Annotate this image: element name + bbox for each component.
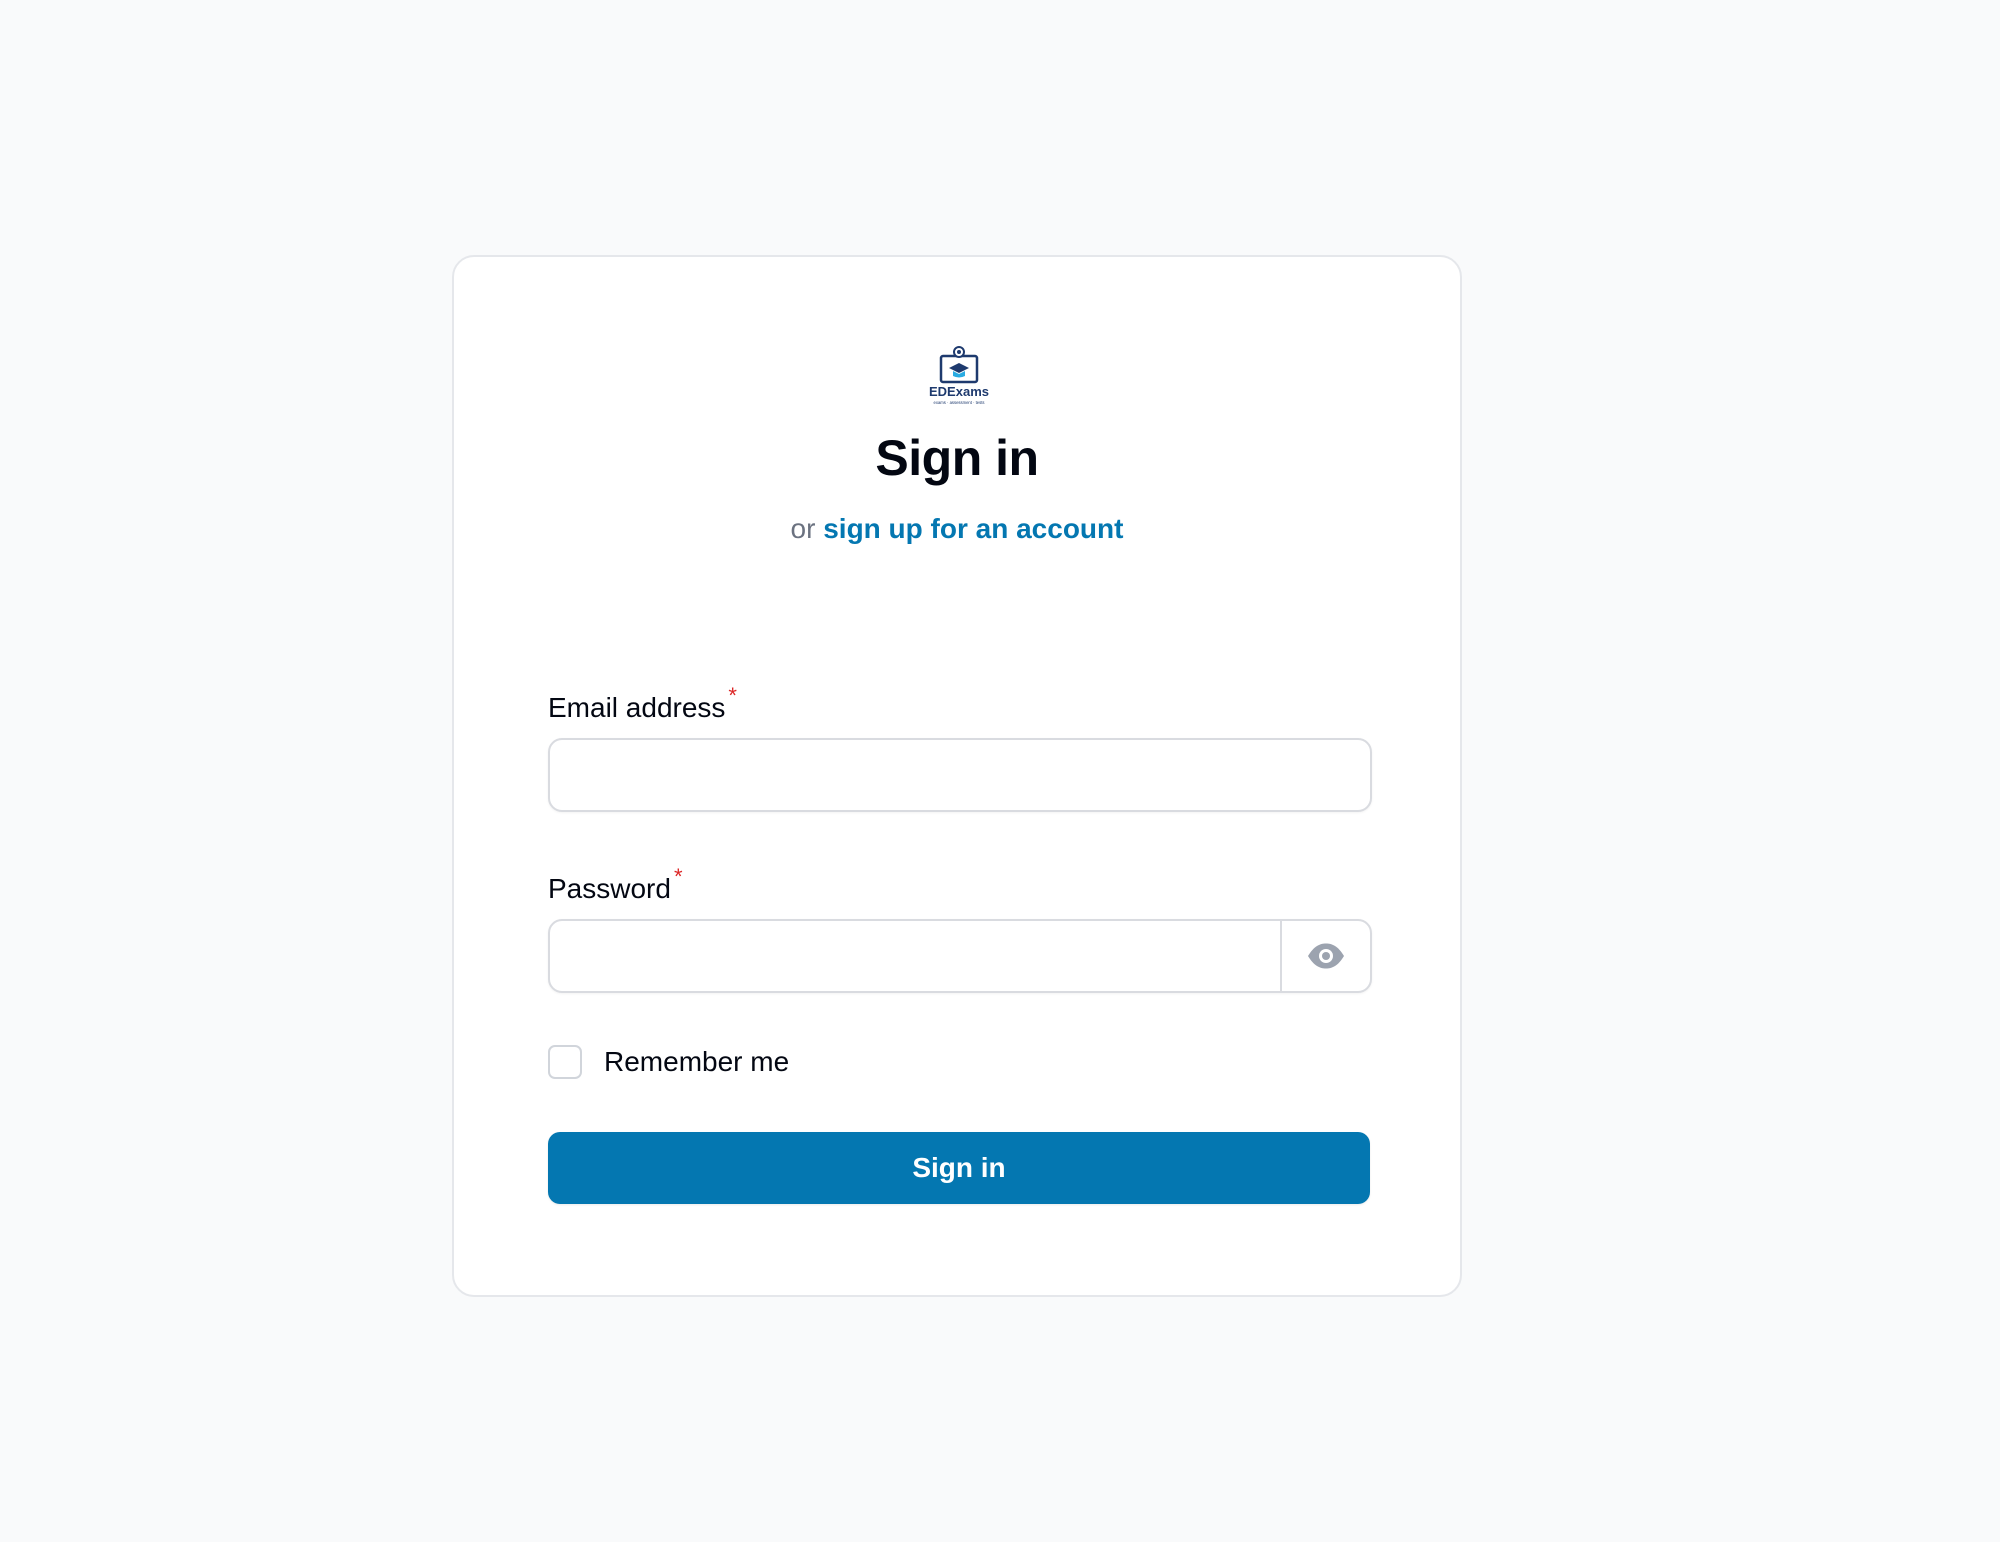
password-field	[548, 919, 1372, 993]
page-title: Sign in	[875, 430, 1039, 486]
signup-prompt: or sign up for an account	[454, 513, 1460, 545]
required-asterisk: *	[728, 683, 737, 708]
sign-in-button[interactable]: Sign in	[548, 1132, 1370, 1204]
show-password-button[interactable]	[1280, 921, 1370, 991]
sign-in-card: EDExams exams · assessment · tests Sign …	[452, 255, 1462, 1297]
remember-me[interactable]: Remember me	[548, 1045, 789, 1079]
email-input[interactable]	[550, 740, 1370, 810]
svg-text:EDExams: EDExams	[929, 384, 989, 399]
email-field	[548, 738, 1372, 812]
edexams-logo: EDExams exams · assessment · tests	[929, 346, 989, 405]
signup-prefix: or	[790, 513, 816, 544]
signup-link[interactable]: sign up for an account	[823, 513, 1123, 544]
email-label: Email address *	[548, 683, 737, 724]
remember-me-label: Remember me	[604, 1046, 790, 1077]
svg-text:exams · assessment · tests: exams · assessment · tests	[934, 400, 985, 405]
password-label: Password *	[548, 864, 683, 905]
remember-me-checkbox[interactable]	[548, 1045, 582, 1079]
email-label-text: Email address	[548, 692, 726, 723]
eye-icon	[1308, 943, 1344, 969]
password-input[interactable]	[550, 921, 1280, 991]
required-asterisk: *	[673, 864, 683, 889]
password-label-text: Password	[548, 873, 671, 904]
